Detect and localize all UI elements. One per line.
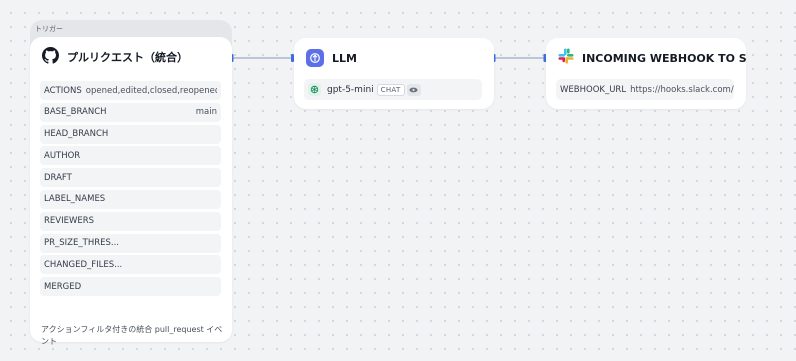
llm-model-row[interactable]: gpt-5-mini CHAT [304, 79, 482, 100]
trigger-param-list: ACTIONS opened,edited,closed,reopened BA… [40, 81, 221, 299]
workflow-canvas[interactable]: トリガー プルリクエスト（統合） ACTIONS opened,edited,c… [0, 0, 796, 361]
param-name: AUTHOR [44, 150, 81, 161]
llm-node[interactable]: LLM gpt-5-mini CHAT [294, 38, 494, 109]
param-actions[interactable]: ACTIONS opened,edited,closed,reopened [40, 81, 221, 100]
param-name: REVIEWERS [44, 216, 95, 227]
trigger-node-title: プルリクエスト（統合） [67, 51, 188, 64]
trigger-group-label: トリガー [35, 25, 63, 33]
llm-model-name: gpt-5-mini [327, 84, 374, 95]
param-label-names[interactable]: LABEL_NAMES [40, 189, 221, 209]
param-name: LABEL_NAMES [44, 194, 106, 205]
chat-badge: CHAT [376, 83, 405, 96]
trigger-node-description: アクションフィルタ付きの統合 pull_request イベント [41, 325, 223, 346]
param-name: HEAD_BRANCH [44, 129, 109, 140]
param-draft[interactable]: DRAFT [40, 168, 221, 188]
pull-request-trigger-node[interactable]: プルリクエスト（統合） ACTIONS opened,edited,closed… [30, 37, 232, 346]
param-author[interactable]: AUTHOR [40, 146, 221, 166]
eye-icon[interactable] [406, 83, 421, 96]
slack-webhook-node[interactable]: INCOMING WEBHOOK TO SEND WEBHOOK_URL htt… [546, 38, 746, 109]
slack-icon [558, 48, 574, 68]
trigger-group: トリガー プルリクエスト（統合） ACTIONS opened,edited,c… [30, 20, 232, 346]
webhook-url-value: https://hooks.slack.com/services/ [630, 84, 734, 95]
param-pr-size-threshold[interactable]: PR_SIZE_THRES... [40, 233, 221, 253]
param-name: DRAFT [44, 172, 72, 183]
param-value: opened,edited,closed,reopened [85, 85, 217, 96]
param-name: ACTIONS [44, 85, 82, 96]
openai-icon [308, 83, 321, 96]
param-reviewers[interactable]: REVIEWERS [40, 211, 221, 231]
param-merged[interactable]: MERGED [40, 277, 221, 297]
webhook-url-label: WEBHOOK_URL [560, 84, 627, 95]
llm-node-header: LLM [294, 38, 494, 78]
trigger-node-header: プルリクエスト（統合） [30, 37, 232, 77]
github-icon [42, 46, 59, 68]
param-name: MERGED [44, 281, 82, 292]
slack-node-title: INCOMING WEBHOOK TO SEND [582, 51, 746, 65]
slack-node-header: INCOMING WEBHOOK TO SEND [546, 38, 746, 78]
param-name: PR_SIZE_THRES... [44, 238, 119, 249]
param-value: main [195, 107, 217, 118]
slack-webhook-url-row[interactable]: WEBHOOK_URL https://hooks.slack.com/serv… [556, 79, 734, 100]
param-name: CHANGED_FILES... [44, 259, 123, 270]
param-base-branch[interactable]: BASE_BRANCH main [40, 102, 221, 122]
llm-node-title: LLM [332, 51, 357, 65]
llm-icon [306, 49, 324, 67]
param-head-branch[interactable]: HEAD_BRANCH [40, 124, 221, 144]
param-changed-files[interactable]: CHANGED_FILES... [40, 255, 221, 275]
param-name: BASE_BRANCH [44, 107, 107, 118]
